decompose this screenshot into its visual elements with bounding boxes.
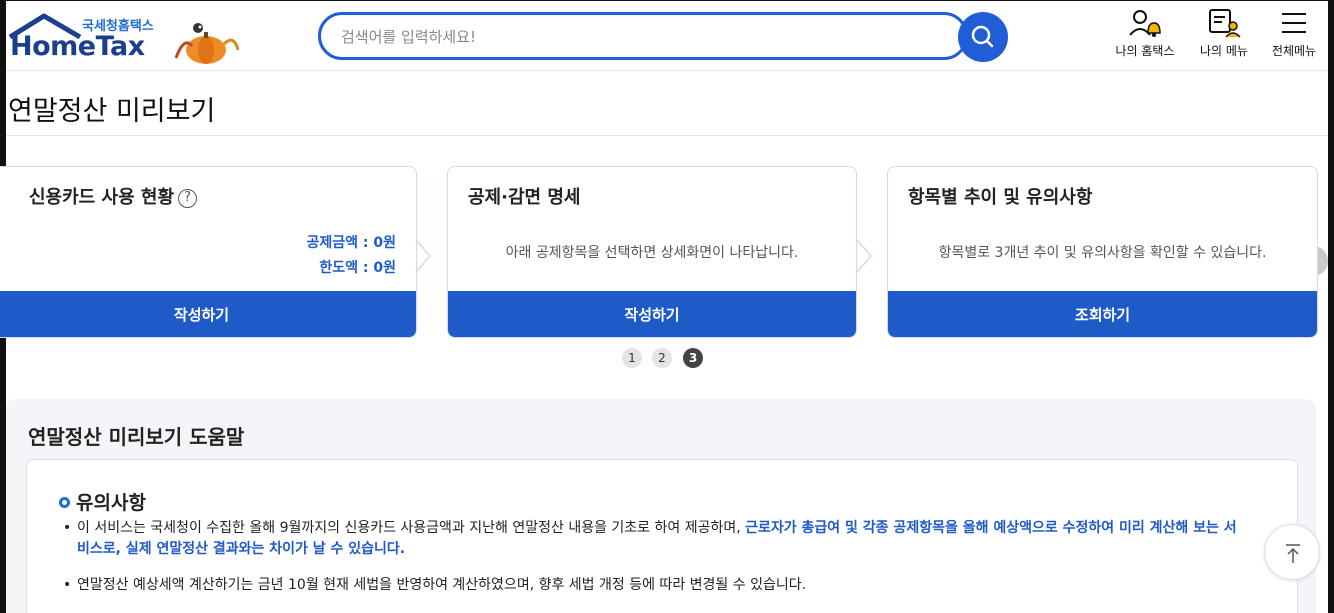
write-button[interactable]: 작성하기 bbox=[0, 291, 416, 337]
title-area: 연말정산 미리보기 bbox=[6, 71, 1328, 136]
view-button[interactable]: 조회하기 bbox=[888, 291, 1317, 337]
notice-heading: 유의사항 bbox=[59, 488, 146, 515]
bullet-icon: • bbox=[63, 577, 72, 593]
hometax-logo[interactable]: 국세청홈택스 HomeTax bbox=[6, 11, 246, 66]
help-box: 유의사항 • 이 서비스는 국세청이 수집한 올해 9월까지의 신용카드 사용금… bbox=[26, 459, 1298, 613]
write-button[interactable]: 작성하기 bbox=[448, 291, 856, 337]
card-title: 공제·감면 명세 bbox=[468, 187, 581, 208]
arrow-up-icon bbox=[1286, 544, 1300, 563]
deduction-amount: 공제금액 : 0원 bbox=[306, 235, 397, 251]
my-menu-label: 나의 메뉴 bbox=[1200, 44, 1248, 58]
my-menu[interactable]: 나의 메뉴 bbox=[1192, 7, 1256, 59]
doc-user-icon bbox=[1209, 9, 1241, 38]
notice-item: • 연말정산 예상세액 계산하기는 금년 10월 현재 세법을 반영하여 계산하… bbox=[63, 575, 1247, 596]
my-hometax-label: 나의 홈택스 bbox=[1115, 44, 1175, 58]
help-title: 연말정산 미리보기 도움말 bbox=[28, 425, 245, 449]
step-arrow-icon bbox=[856, 239, 872, 273]
notice-item: • 이 서비스는 국세청이 수집한 올해 9월까지의 신용카드 사용금액과 지난… bbox=[63, 518, 1247, 560]
card-title-text: 신용카드 사용 현황 bbox=[29, 187, 175, 208]
search-field[interactable] bbox=[318, 12, 968, 60]
user-bell-icon bbox=[1129, 10, 1161, 37]
help-section: 연말정산 미리보기 도움말 유의사항 • 이 서비스는 국세청이 수집한 올해 … bbox=[6, 399, 1316, 613]
page-2-button[interactable]: 2 bbox=[652, 348, 672, 368]
circle-bullet-icon bbox=[59, 497, 70, 508]
all-menu[interactable]: 전체메뉴 bbox=[1264, 7, 1324, 59]
logo-title: HomeTax bbox=[10, 31, 145, 62]
scroll-to-top-button[interactable] bbox=[1264, 524, 1320, 580]
pumpkin-icon bbox=[174, 23, 240, 64]
notice-text: 이 서비스는 국세청이 수집한 올해 9월까지의 신용카드 사용금액과 지난해 … bbox=[77, 520, 741, 536]
limit-amount: 한도액 : 0원 bbox=[319, 260, 396, 276]
search-button[interactable] bbox=[958, 12, 1008, 62]
card-title: 항목별 추이 및 유의사항 bbox=[908, 187, 1093, 208]
notice-heading-text: 유의사항 bbox=[76, 492, 146, 514]
page-1-button[interactable]: 1 bbox=[622, 348, 642, 368]
help-icon[interactable]: ? bbox=[178, 189, 198, 208]
hamburger-icon bbox=[1282, 13, 1306, 33]
page-3-button[interactable]: 3 bbox=[683, 348, 703, 368]
search-input[interactable] bbox=[341, 26, 941, 48]
my-hometax-menu[interactable]: 나의 홈택스 bbox=[1110, 7, 1180, 59]
card-description: 아래 공제항목을 선택하면 상세화면이 나타납니다. bbox=[505, 245, 799, 261]
card-item-trends: 항목별 추이 및 유의사항 항목별로 3개년 추이 및 유의사항을 확인할 수 … bbox=[887, 166, 1318, 338]
notice-text: 연말정산 예상세액 계산하기는 금년 10월 현재 세법을 반영하여 계산하였으… bbox=[77, 577, 807, 593]
card-title: 신용카드 사용 현황? bbox=[29, 183, 198, 209]
step-arrow-icon bbox=[415, 239, 431, 273]
card-description: 항목별로 3개년 추이 및 유의사항을 확인할 수 있습니다. bbox=[938, 245, 1267, 261]
header: 국세청홈택스 HomeTax 나의 홈택스 bbox=[6, 1, 1328, 71]
bullet-icon: • bbox=[63, 520, 72, 536]
search-icon bbox=[971, 25, 994, 48]
all-menu-label: 전체메뉴 bbox=[1271, 44, 1317, 58]
search-bar bbox=[318, 10, 1008, 62]
card-credit-card-usage: 신용카드 사용 현황? 공제금액 : 0원 한도액 : 0원 작성하기 bbox=[0, 166, 417, 338]
card-deduction-details: 공제·감면 명세 아래 공제항목을 선택하면 상세화면이 나타납니다. 작성하기 bbox=[447, 166, 857, 338]
page-title: 연말정산 미리보기 bbox=[8, 96, 216, 127]
